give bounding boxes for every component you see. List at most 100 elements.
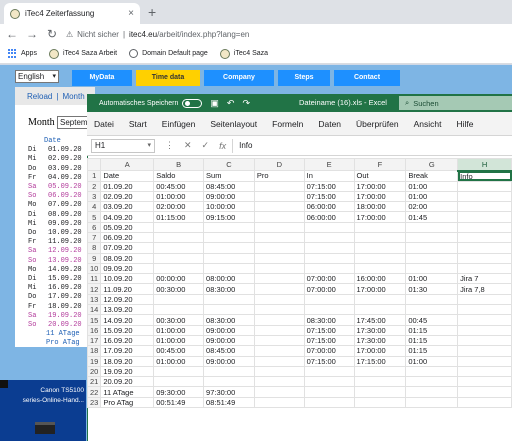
cell[interactable]: 17:00:00 <box>353 283 407 295</box>
cell[interactable] <box>457 180 512 192</box>
cell[interactable] <box>253 355 305 367</box>
cell[interactable] <box>405 231 459 244</box>
excel-search-box[interactable]: ⌕ Suchen <box>399 96 512 110</box>
cell[interactable] <box>405 365 459 378</box>
reload-icon[interactable]: ↻ <box>46 27 58 41</box>
cancel-icon[interactable]: ✕ <box>184 140 192 151</box>
cell[interactable] <box>303 231 355 244</box>
cell[interactable] <box>457 211 512 223</box>
row-header[interactable]: 22 <box>86 386 102 398</box>
cell[interactable]: 08:30:00 <box>203 314 255 326</box>
cell[interactable]: 17:30:00 <box>353 334 407 347</box>
cell[interactable] <box>253 242 305 254</box>
cell[interactable] <box>203 231 255 244</box>
cell[interactable]: 08:30:00 <box>203 283 255 295</box>
undo-icon[interactable]: ↶ <box>227 98 235 109</box>
cell[interactable] <box>153 231 205 244</box>
cell[interactable]: 01:45 <box>405 211 459 223</box>
cell[interactable]: 01:15 <box>405 324 459 336</box>
cell[interactable]: 07:15:00 <box>303 180 355 192</box>
row-header[interactable]: 13 <box>86 293 102 306</box>
cell[interactable]: 01:00:00 <box>153 324 205 336</box>
cell[interactable] <box>405 396 459 409</box>
cell[interactable] <box>203 293 255 306</box>
cell[interactable]: 02.09.20 <box>100 190 155 203</box>
cell[interactable]: 14.09.20 <box>100 314 155 326</box>
cell[interactable] <box>457 345 512 357</box>
cell[interactable] <box>457 355 512 367</box>
row-header[interactable]: 12 <box>86 283 102 295</box>
cell[interactable]: 00:51:49 <box>153 396 205 409</box>
cell[interactable] <box>253 386 305 398</box>
cell[interactable]: 00:00:00 <box>153 273 205 285</box>
cell[interactable]: 00:30:00 <box>153 314 205 326</box>
cell[interactable]: 03.09.20 <box>100 201 155 213</box>
ribbon-tab-überprüfen[interactable]: Überprüfen <box>356 119 399 129</box>
cell[interactable] <box>457 324 512 336</box>
month-link[interactable]: Month <box>62 92 84 101</box>
cell[interactable]: 00:45:00 <box>153 345 205 357</box>
cell[interactable] <box>353 293 407 306</box>
cell[interactable]: 09:00:00 <box>203 324 255 336</box>
ribbon-tab-ansicht[interactable]: Ansicht <box>414 119 442 129</box>
row-header[interactable]: 15 <box>86 314 102 326</box>
cell[interactable] <box>253 180 305 192</box>
cell[interactable]: 01:30 <box>405 283 459 295</box>
cell[interactable] <box>353 221 407 233</box>
row-header[interactable]: 21 <box>86 376 102 388</box>
cell[interactable]: 07:15:00 <box>303 355 355 367</box>
cell[interactable] <box>303 221 355 233</box>
cell[interactable]: 07:00:00 <box>303 283 355 295</box>
cell[interactable]: 09:00:00 <box>203 355 255 367</box>
cell[interactable]: Pro <box>253 170 305 182</box>
cell[interactable] <box>253 376 305 388</box>
redo-icon[interactable]: ↷ <box>242 98 250 109</box>
cell[interactable]: 18.09.20 <box>100 355 155 367</box>
cell[interactable] <box>153 293 205 306</box>
cell[interactable]: 02:00 <box>405 201 459 213</box>
cell[interactable] <box>253 190 305 203</box>
nav-tab-time-data[interactable]: Time data <box>136 70 200 86</box>
cell[interactable]: 17:00:00 <box>353 211 407 223</box>
cell[interactable] <box>405 386 459 398</box>
bookmark-domain-default[interactable]: Domain Default page <box>129 49 208 58</box>
cell[interactable] <box>353 304 407 316</box>
nav-tab-mydata[interactable]: MyData <box>72 70 132 86</box>
row-header[interactable]: 20 <box>86 365 102 378</box>
cell[interactable]: 16.09.20 <box>100 334 155 347</box>
row-header[interactable]: 14 <box>86 304 102 316</box>
insert-function-icon[interactable]: fx <box>219 141 226 151</box>
cell[interactable] <box>253 345 305 357</box>
cell[interactable]: 01:15 <box>405 345 459 357</box>
cell[interactable] <box>405 262 459 275</box>
cell[interactable] <box>353 365 407 378</box>
cell[interactable]: 07.09.20 <box>100 242 155 254</box>
autosave-toggle[interactable] <box>182 98 203 108</box>
cell[interactable]: 07:15:00 <box>303 324 355 336</box>
cell[interactable] <box>203 376 255 388</box>
cell[interactable]: 01:15 <box>405 334 459 347</box>
cell[interactable]: Out <box>353 170 407 182</box>
nav-tab-company[interactable]: Company <box>204 70 274 86</box>
cell[interactable] <box>253 273 305 285</box>
row-header[interactable]: 10 <box>86 262 102 275</box>
cell[interactable]: 01:15:00 <box>153 211 205 223</box>
cell[interactable] <box>253 314 305 326</box>
cell[interactable] <box>253 221 305 233</box>
cell[interactable] <box>353 231 407 244</box>
cell[interactable] <box>457 293 512 306</box>
bookmark-itec4-saza-arbeit[interactable]: iTec4 Saza Arbeit <box>48 48 117 59</box>
cell[interactable]: 00:30:00 <box>153 283 205 295</box>
cell[interactable]: 09:00:00 <box>203 190 255 203</box>
cell[interactable]: 06:00:00 <box>303 211 355 223</box>
cell[interactable] <box>253 262 305 275</box>
nav-tab-contact[interactable]: Contact <box>334 70 400 86</box>
cell[interactable]: 11.09.20 <box>100 283 155 295</box>
forward-arrow-icon[interactable]: → <box>26 27 38 41</box>
ribbon-tab-seitenlayout[interactable]: Seitenlayout <box>210 119 257 129</box>
name-box[interactable]: H1 <box>91 138 155 153</box>
cell[interactable]: 01:00 <box>405 190 459 203</box>
cell[interactable] <box>303 262 355 275</box>
cell[interactable]: 17:45:00 <box>353 314 407 326</box>
cell[interactable]: Jira 7 <box>457 273 512 285</box>
